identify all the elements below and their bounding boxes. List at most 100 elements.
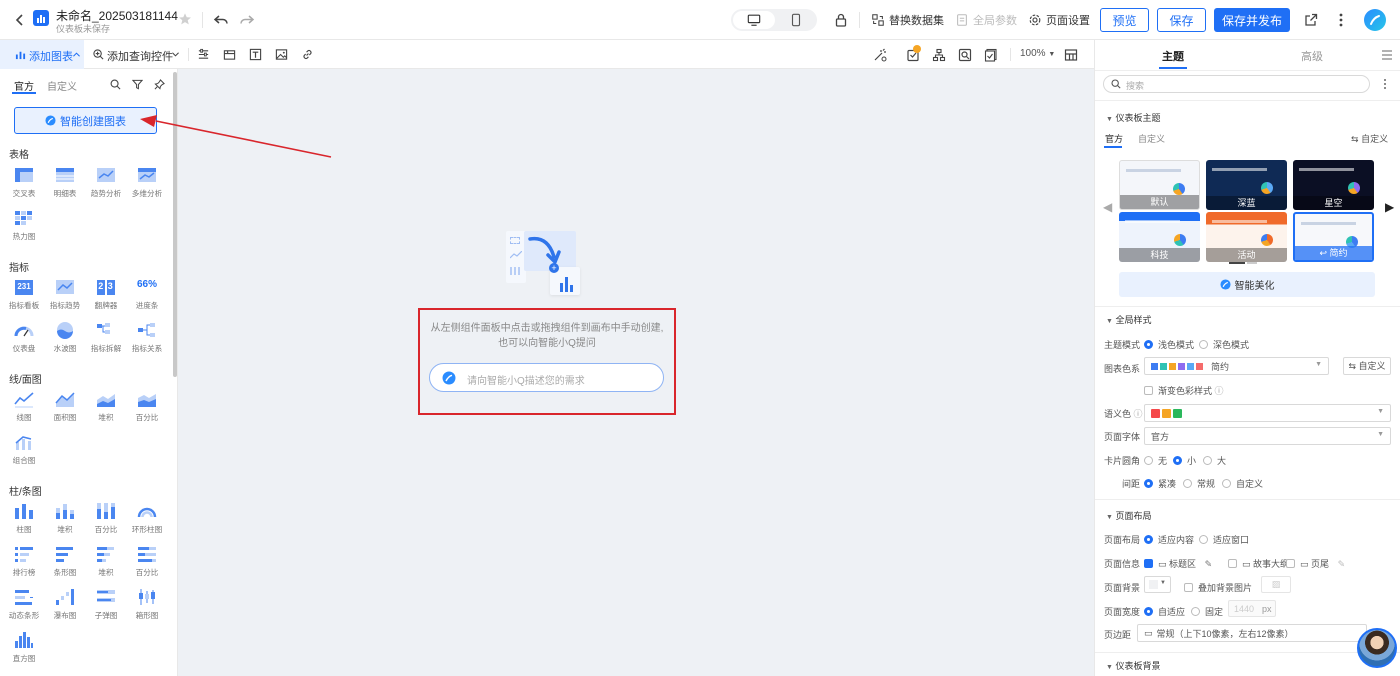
chart-type-metric-3[interactable]: 66% 进度条 <box>127 278 167 311</box>
width-input[interactable]: 1440 px <box>1228 600 1276 617</box>
magic-icon[interactable] <box>873 48 887 62</box>
chart-type-line-4[interactable]: 组合图 <box>4 433 44 466</box>
chart-type-bar-8[interactable]: 动态条形 <box>4 588 44 621</box>
chart-type-bar-4[interactable]: 排行榜 <box>4 545 44 578</box>
title-area-checkbox[interactable]: ▭ 标题区 ✎ <box>1144 557 1212 570</box>
edit-icon[interactable]: ✎ <box>1338 559 1346 569</box>
fit-window-radio[interactable]: 适应窗口 <box>1199 533 1249 546</box>
chart-type-table-4[interactable]: 热力图 <box>4 209 44 242</box>
theme-card-default[interactable]: 默认 <box>1119 160 1200 210</box>
chart-type-metric-1[interactable]: 指标趋势 <box>45 278 85 311</box>
search-icon[interactable] <box>110 79 121 90</box>
user-avatar[interactable] <box>1357 628 1397 668</box>
zoom-level[interactable]: 100% ▼ <box>1020 48 1055 59</box>
radius-large-radio[interactable]: 大 <box>1203 454 1226 467</box>
link-icon[interactable] <box>301 48 314 61</box>
dash-bg-header[interactable]: ▼ 仪表板背景 <box>1106 659 1160 672</box>
tab-theme[interactable]: 主题 <box>1162 48 1184 64</box>
chart-type-bar-5[interactable]: 条形图 <box>45 545 85 578</box>
spacing-custom-radio[interactable]: 自定义 <box>1222 477 1263 490</box>
chart-type-line-1[interactable]: 面积图 <box>45 390 85 423</box>
chart-type-bar-0[interactable]: 柱图 <box>4 502 44 535</box>
page-bg-color-picker[interactable]: ▼ <box>1144 576 1171 593</box>
dashboard-canvas[interactable]: + 从左侧组件面板中点击或拖拽组件到画布中手动创建, 也可以向智能小Q提问 请向… <box>178 69 1094 676</box>
panel-scrollbar[interactable] <box>173 72 177 377</box>
mobile-mode-button[interactable] <box>789 13 803 27</box>
light-mode-radio[interactable]: 浅色模式 <box>1144 338 1194 351</box>
theme-card-tech[interactable]: 科技 <box>1119 212 1200 262</box>
chart-type-bar-11[interactable]: 箱形图 <box>127 588 167 621</box>
text-widget-icon[interactable] <box>249 48 262 61</box>
dash-theme-header[interactable]: ▼ 仪表板主题 <box>1106 111 1160 124</box>
smart-create-chart-button[interactable]: 智能创建图表 <box>14 107 157 134</box>
spacing-compact-radio[interactable]: 紧凑 <box>1144 477 1176 490</box>
spacing-normal-radio[interactable]: 常规 <box>1183 477 1215 490</box>
filter-widget-icon[interactable] <box>197 48 210 61</box>
theme-prev-icon[interactable]: ◀ <box>1103 200 1112 214</box>
chart-type-line-0[interactable]: 线图 <box>4 390 44 423</box>
fixed-radio[interactable]: 固定 <box>1191 605 1223 618</box>
bg-image-checkbox[interactable]: 叠加背景图片 <box>1184 581 1252 594</box>
page-font-select[interactable]: 官方 ▼ <box>1144 427 1391 445</box>
margin-select[interactable]: ▭ 常规（上下10像素，左右12像素） <box>1137 624 1367 642</box>
smart-beautify-button[interactable]: 智能美化 <box>1119 272 1375 297</box>
carousel-dot[interactable] <box>1247 262 1257 264</box>
chart-type-line-3[interactable]: 百分比 <box>127 390 167 423</box>
page-layout-header[interactable]: ▼ 页面布局 <box>1106 509 1151 522</box>
global-params-button[interactable]: 全局参数 <box>955 12 1017 28</box>
chart-type-bar-3[interactable]: 环形柱图 <box>127 502 167 535</box>
theme-tab-official[interactable]: 官方 <box>1105 132 1123 145</box>
chart-type-metric-5[interactable]: 水波图 <box>45 321 85 354</box>
chart-type-metric-6[interactable]: 指标拆解 <box>86 321 126 354</box>
chart-type-bar-1[interactable]: 堆积 <box>45 502 85 535</box>
chart-type-bar-2[interactable]: 百分比 <box>86 502 126 535</box>
chart-type-metric-0[interactable]: 231 指标看板 <box>4 278 44 311</box>
grid-layout-icon[interactable] <box>1064 48 1078 62</box>
undo-icon[interactable] <box>213 12 229 28</box>
chart-type-table-3[interactable]: 多维分析 <box>127 166 167 199</box>
page-settings-button[interactable]: 页面设置 <box>1028 12 1090 28</box>
preview-button[interactable]: 预览 <box>1100 8 1149 32</box>
chart-color-select[interactable]: 简约 ▼ <box>1144 357 1329 375</box>
replace-dataset-button[interactable]: 替换数据集 <box>871 12 944 28</box>
redo-icon[interactable] <box>239 12 255 28</box>
chart-type-bar-12[interactable]: 直方图 <box>4 631 44 664</box>
edit-icon[interactable]: ✎ <box>1205 559 1213 569</box>
radius-small-radio[interactable]: 小 <box>1173 454 1196 467</box>
chart-type-table-0[interactable]: 交叉表 <box>4 166 44 199</box>
add-query-button[interactable]: 添加查询控件 <box>93 40 181 69</box>
bg-image-upload[interactable]: ▨ <box>1261 576 1291 593</box>
story-checkbox[interactable]: ▭ 故事大纲 <box>1228 557 1289 570</box>
checklist-icon[interactable] <box>984 48 998 62</box>
add-chart-button[interactable]: 添加图表 <box>0 40 84 69</box>
search-input[interactable]: 搜索 <box>1103 75 1370 93</box>
theme-next-icon[interactable]: ▶ <box>1385 200 1394 214</box>
save-publish-button[interactable]: 保存并发布 <box>1214 8 1290 32</box>
lock-icon[interactable] <box>833 12 849 28</box>
dark-mode-radio[interactable]: 深色模式 <box>1199 338 1249 351</box>
hierarchy-icon[interactable] <box>932 48 946 62</box>
chart-type-bar-10[interactable]: 子弹图 <box>86 588 126 621</box>
carousel-dot-active[interactable] <box>1229 262 1245 264</box>
gradient-checkbox[interactable]: 渐变色彩样式 ⓘ <box>1144 384 1224 397</box>
auto-fit-radio[interactable]: 自适应 <box>1144 605 1185 618</box>
more-options-icon[interactable] <box>1382 78 1388 90</box>
chart-type-bar-7[interactable]: 百分比 <box>127 545 167 578</box>
filter-icon[interactable] <box>132 79 143 90</box>
chart-type-bar-6[interactable]: 堆积 <box>86 545 126 578</box>
chart-color-custom-button[interactable]: ⇆ 自定义 <box>1343 357 1391 375</box>
tab-custom[interactable]: 自定义 <box>47 78 77 93</box>
chart-type-line-2[interactable]: 堆积 <box>86 390 126 423</box>
chart-type-metric-4[interactable]: 仪表盘 <box>4 321 44 354</box>
radius-none-radio[interactable]: 无 <box>1144 454 1167 467</box>
external-link-icon[interactable] <box>1303 12 1319 28</box>
chart-type-metric-7[interactable]: 指标关系 <box>127 321 167 354</box>
global-style-header[interactable]: ▼ 全局样式 <box>1106 313 1151 326</box>
chart-type-table-1[interactable]: 明细表 <box>45 166 85 199</box>
theme-card-starry[interactable]: 星空 <box>1293 160 1374 210</box>
ask-assistant-input[interactable]: 请向智能小Q描述您的需求 <box>429 363 664 392</box>
theme-tab-custom[interactable]: 自定义 <box>1138 132 1165 145</box>
fit-content-radio[interactable]: 适应内容 <box>1144 533 1194 546</box>
chart-type-metric-2[interactable]: 2 3 翻牌器 <box>86 278 126 311</box>
footer-checkbox[interactable]: ▭ 页尾 ✎ <box>1286 557 1345 570</box>
